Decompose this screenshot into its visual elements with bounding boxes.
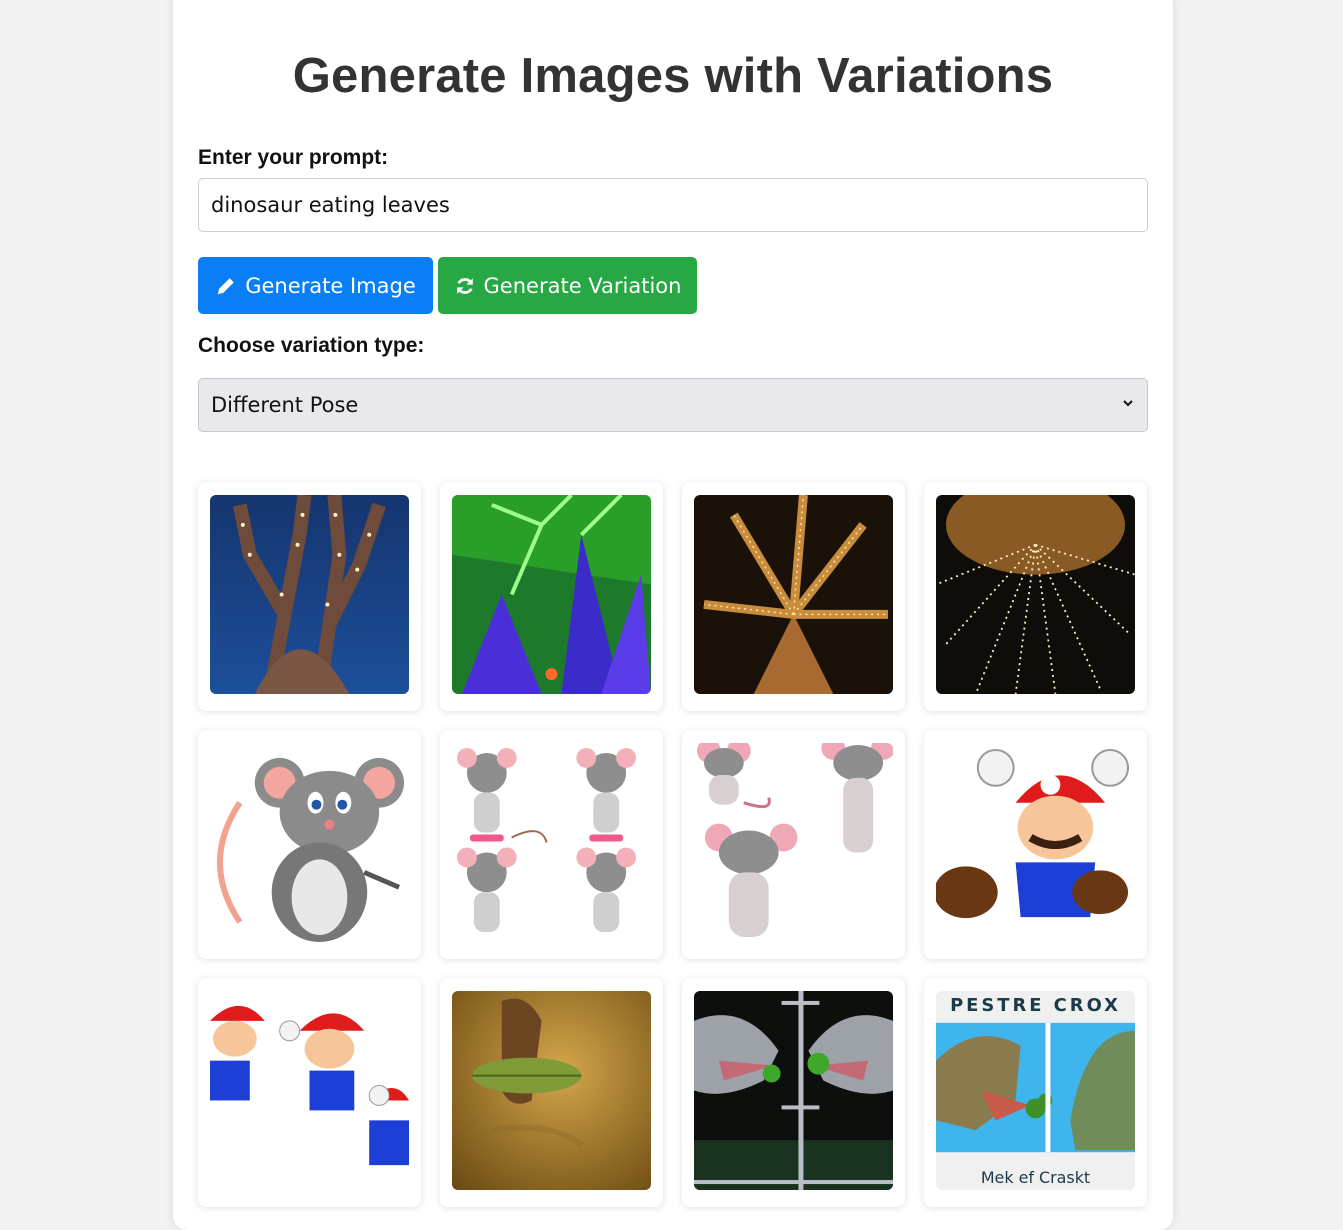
generated-image-1	[210, 495, 409, 694]
generated-image-7	[694, 743, 893, 942]
generated-image-8	[936, 743, 1135, 942]
generated-image-3	[694, 495, 893, 694]
generate-variation-button[interactable]: Generate Variation	[438, 257, 697, 314]
gallery-item[interactable]	[682, 730, 905, 959]
variation-selected-value: Different Pose	[211, 393, 359, 417]
generate-image-button[interactable]: Generate Image	[198, 257, 433, 314]
gallery-item[interactable]	[440, 730, 663, 959]
gallery-item[interactable]	[682, 482, 905, 711]
gallery-item[interactable]	[440, 978, 663, 1207]
image-gallery: PESTRE CROX Mek ef Craskt	[198, 482, 1148, 1207]
generate-image-label: Generate Image	[245, 273, 416, 298]
prompt-input[interactable]	[198, 178, 1148, 232]
gallery-item[interactable]: PESTRE CROX Mek ef Craskt	[924, 978, 1147, 1207]
poster-title-text: PESTRE CROX	[950, 995, 1121, 1016]
prompt-label: Enter your prompt:	[198, 146, 389, 169]
main-card: Generate Images with Variations Enter yo…	[173, 0, 1173, 1230]
generated-image-2	[452, 495, 651, 694]
gallery-item[interactable]	[924, 482, 1147, 711]
generated-image-10	[452, 991, 651, 1190]
poster-caption-text: Mek ef Craskt	[981, 1168, 1090, 1187]
generated-image-4	[936, 495, 1135, 694]
generated-image-9	[210, 991, 409, 1190]
gallery-item[interactable]	[198, 978, 421, 1207]
gallery-item[interactable]	[924, 730, 1147, 959]
pencil-icon	[217, 277, 235, 294]
generated-image-12: PESTRE CROX Mek ef Craskt	[936, 991, 1135, 1190]
variation-label: Choose variation type:	[198, 334, 425, 357]
gallery-item[interactable]	[198, 730, 421, 959]
page-title: Generate Images with Variations	[292, 49, 1054, 103]
gallery-item[interactable]	[682, 978, 905, 1207]
refresh-icon	[456, 277, 473, 294]
gallery-item[interactable]	[198, 482, 421, 711]
variation-select[interactable]: Different Pose	[198, 378, 1148, 432]
generate-variation-label: Generate Variation	[483, 273, 682, 298]
chevron-down-icon	[1123, 400, 1133, 407]
gallery-item[interactable]	[440, 482, 663, 711]
generated-image-5	[210, 743, 409, 942]
generated-image-6	[452, 743, 651, 942]
generated-image-11	[694, 991, 893, 1190]
